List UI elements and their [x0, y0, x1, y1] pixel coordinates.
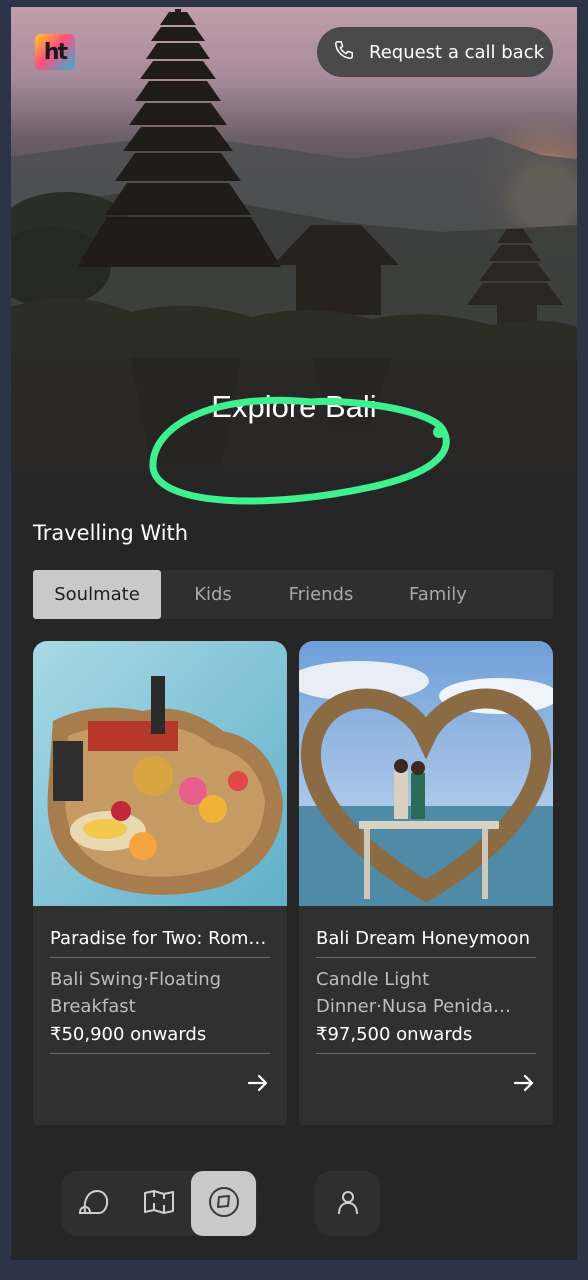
- profile-icon: [334, 1188, 362, 1220]
- tab-family[interactable]: Family: [377, 570, 499, 619]
- card-price: ₹50,900 onwards: [50, 1024, 270, 1054]
- bottom-navigation: [61, 1171, 258, 1236]
- chat-icon: [77, 1185, 111, 1223]
- tab-kids[interactable]: Kids: [161, 570, 265, 619]
- tab-soulmate[interactable]: Soulmate: [33, 570, 161, 619]
- callback-label: Request a call back: [369, 41, 545, 63]
- card-title: Paradise for Two: Roma…: [50, 928, 270, 958]
- request-callback-button[interactable]: Request a call back: [317, 27, 553, 77]
- card-title: Bali Dream Honeymoon: [316, 928, 536, 958]
- package-card[interactable]: Paradise for Two: Roma… Bali Swing·Float…: [33, 641, 287, 1125]
- nav-explore-button[interactable]: [191, 1171, 256, 1236]
- logo-text: ht: [43, 39, 68, 65]
- hero-banner: ht Request a call back Explore Bali: [11, 7, 577, 507]
- nav-map-button[interactable]: [126, 1171, 191, 1236]
- nav-chat-button[interactable]: [61, 1171, 126, 1236]
- package-card[interactable]: Bali Dream Honeymoon Candle Light Dinner…: [299, 641, 553, 1125]
- card-subtitle: Candle Light Dinner·Nusa Penida…: [316, 969, 512, 1017]
- hero-title: Explore Bali: [211, 389, 377, 424]
- compass-icon: [207, 1185, 241, 1223]
- map-icon: [142, 1185, 176, 1223]
- card-subtitle: Bali Swing·Floating Breakfast: [50, 969, 222, 1017]
- floating-breakfast-image: [33, 641, 287, 906]
- card-price: ₹97,500 onwards: [316, 1024, 536, 1054]
- app-screen: ht Request a call back Explore Bali Trav…: [11, 7, 577, 1260]
- brand-logo[interactable]: ht: [35, 34, 75, 70]
- nav-profile-button[interactable]: [315, 1171, 380, 1236]
- arrow-right-icon[interactable]: [513, 1073, 535, 1097]
- heart-swing-image: [299, 641, 553, 906]
- phone-icon: [333, 39, 355, 65]
- tab-friends[interactable]: Friends: [265, 570, 377, 619]
- temple-scene-image: [11, 9, 577, 472]
- arrow-right-icon[interactable]: [247, 1073, 269, 1097]
- travel-companion-tabs: Soulmate Kids Friends Family: [33, 570, 553, 619]
- travelling-with-heading: Travelling With: [33, 521, 189, 545]
